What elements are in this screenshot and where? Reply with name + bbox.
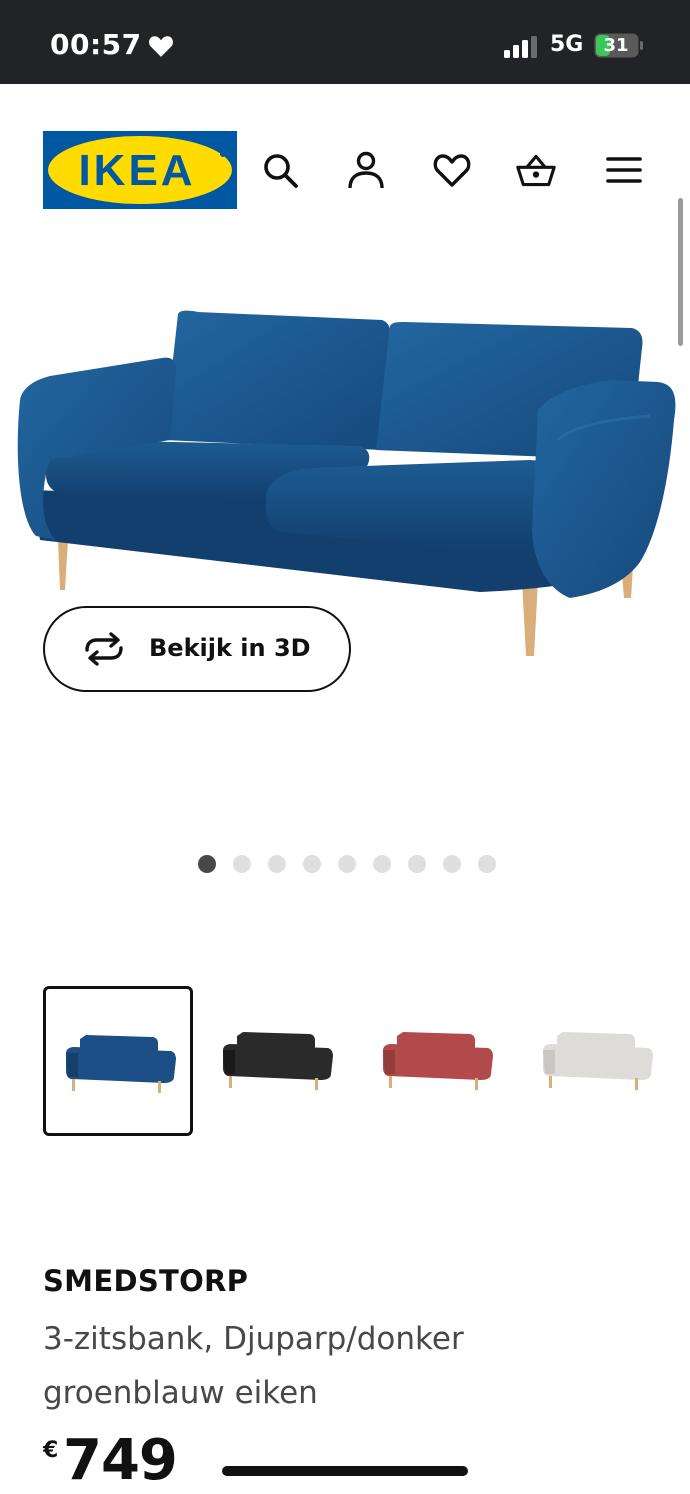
menu-icon[interactable] [604,150,644,190]
sofa-thumbnail-blue [66,1035,176,1093]
heart-status-icon [149,36,173,57]
pagination-dot[interactable] [198,855,216,873]
view-in-3d-label: Bekijk in 3D [149,634,311,662]
signal-icon [504,36,537,58]
thumbnail-variant-black[interactable] [203,986,353,1136]
pagination-dot[interactable] [303,855,321,873]
pagination-dot[interactable] [233,855,251,873]
network-type: 5G [550,32,584,57]
pagination-dot[interactable] [373,855,391,873]
sofa-thumbnail-black [223,1032,333,1090]
product-name: SMEDSTORP [43,1264,249,1298]
image-pagination [198,855,496,873]
battery-level: 31 [603,35,629,56]
rotate-3d-icon [85,632,123,666]
svg-text:IKEA: IKEA [78,146,195,195]
product-description: 3-zitsbank, Djuparp/donker groenblauw ei… [43,1321,464,1411]
pagination-dot[interactable] [268,855,286,873]
favorites-icon[interactable] [432,150,472,190]
view-in-3d-button[interactable]: Bekijk in 3D [43,606,351,692]
pagination-dot[interactable] [443,855,461,873]
cart-icon[interactable] [516,150,556,190]
search-icon[interactable] [260,150,300,190]
thumbnail-variant-red[interactable] [363,986,513,1136]
price-amount: 749 [63,1428,178,1493]
home-indicator[interactable] [222,1466,468,1476]
pagination-dot[interactable] [338,855,356,873]
sofa-thumbnail-red [383,1032,493,1090]
pagination-dot[interactable] [478,855,496,873]
status-time: 00:57 [50,28,142,61]
price-currency: € [43,1438,59,1463]
account-icon[interactable] [346,150,386,190]
sofa-thumbnail-light-grey [543,1032,653,1090]
thumbnail-variant-blue[interactable] [43,986,193,1136]
ikea-logo[interactable]: IKEA [43,131,237,209]
pagination-dot[interactable] [408,855,426,873]
thumbnail-variant-light-grey[interactable] [523,986,673,1136]
status-bar: 00:57 5G 31 [0,0,690,84]
